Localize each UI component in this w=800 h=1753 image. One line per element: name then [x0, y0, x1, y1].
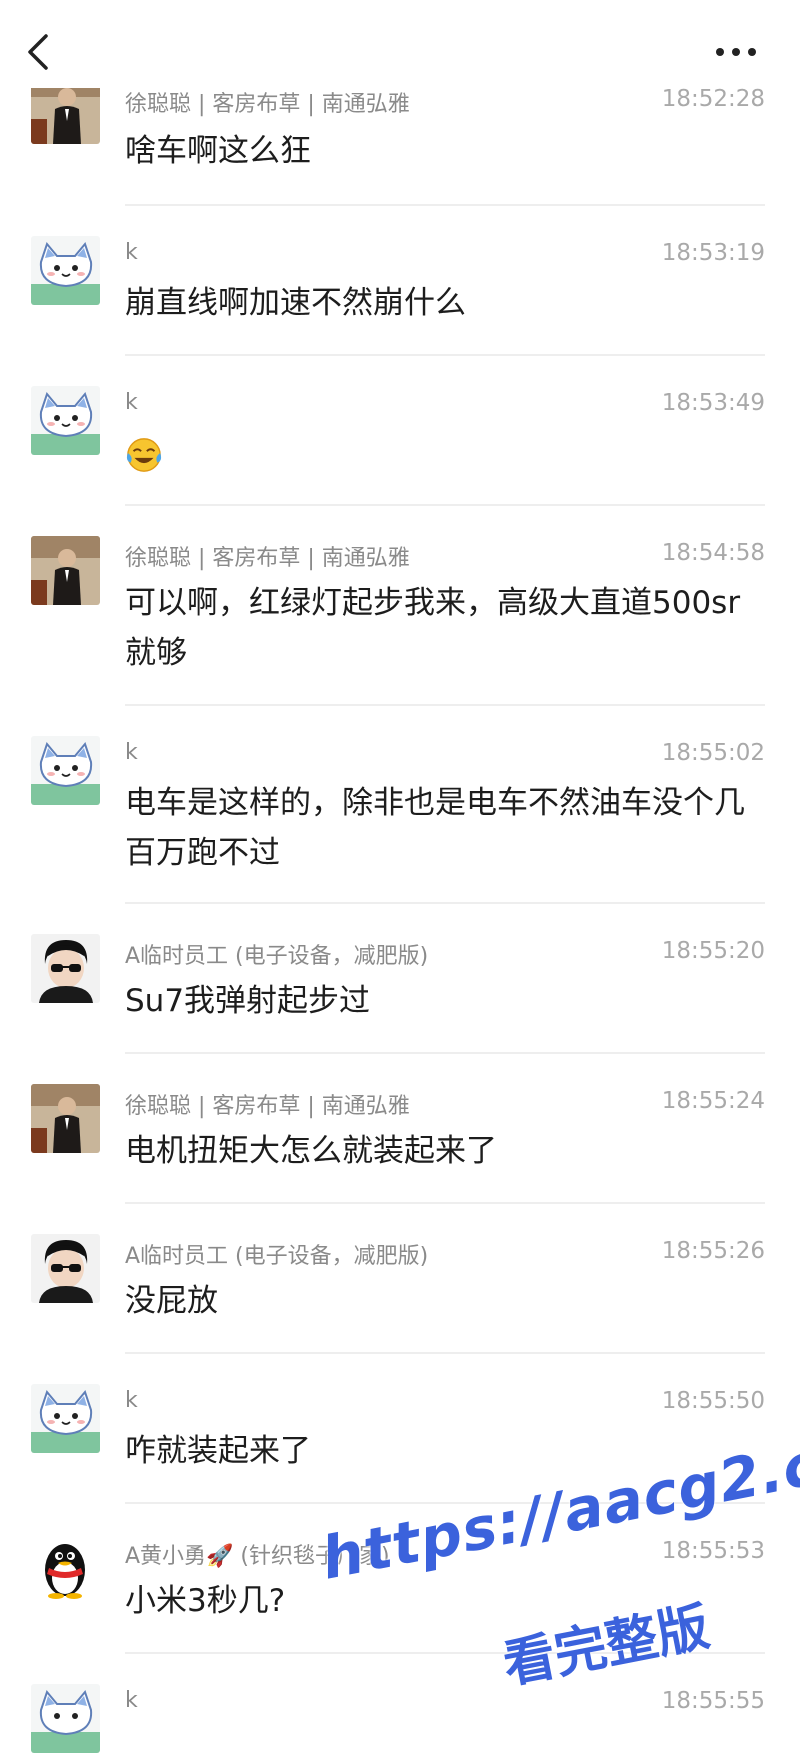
sender-name: A黄小勇🚀 (针织毯子厂家)	[125, 1544, 390, 1569]
cat-icon	[31, 736, 100, 805]
top-bar	[0, 0, 800, 88]
sender-name: k	[125, 1388, 138, 1413]
message-text: 啥车啊这么狂	[125, 133, 311, 169]
divider	[125, 902, 765, 904]
sender-name: A临时员工 (电子设备，减肥版)	[125, 944, 429, 969]
message-text: Su7我弹射起步过	[125, 983, 371, 1019]
avatar[interactable]	[31, 386, 100, 455]
cat-icon	[31, 386, 100, 455]
laughing-crying-emoji-icon	[126, 437, 162, 472]
sender-name: 徐聪聪 | 客房布草 | 南通弘雅	[125, 546, 410, 571]
avatar[interactable]	[31, 1684, 100, 1753]
message-meta: A临时员工 (电子设备，减肥版) 18:55:20	[125, 938, 765, 969]
timestamp: 18:52:28	[661, 86, 765, 112]
divider	[125, 1502, 765, 1504]
avatar[interactable]	[31, 1384, 100, 1453]
sender-name: k	[125, 740, 138, 765]
avatar[interactable]	[31, 1534, 100, 1603]
message-text: 咋就装起来了	[125, 1433, 311, 1469]
message-meta: k 18:55:02	[125, 740, 765, 770]
timestamp: 18:54:58	[661, 540, 765, 566]
sender-name: k	[125, 1688, 138, 1713]
timestamp: 18:55:55	[661, 1688, 765, 1714]
message-meta: 徐聪聪 | 客房布草 | 南通弘雅 18:55:24	[125, 1088, 765, 1119]
message-text: 小米3秒几?	[125, 1583, 286, 1619]
message-text: 电机扭矩大怎么就装起来了	[125, 1133, 497, 1169]
sunglasses-man-icon	[31, 934, 100, 1003]
message-meta: A黄小勇🚀 (针织毯子厂家) 18:55:53	[125, 1538, 765, 1569]
divider	[125, 354, 765, 356]
timestamp: 18:53:49	[661, 390, 765, 416]
more-dots-icon	[716, 48, 756, 56]
timestamp: 18:55:20	[661, 938, 765, 964]
avatar[interactable]	[31, 536, 100, 605]
sender-name: k	[125, 390, 138, 415]
chevron-left-icon	[28, 34, 48, 70]
sender-name: k	[125, 240, 138, 265]
message-text: 崩直线啊加速不然崩什么	[125, 285, 466, 321]
divider	[125, 1352, 765, 1354]
timestamp: 18:55:53	[661, 1538, 765, 1564]
divider	[125, 1052, 765, 1054]
message-meta: k 18:53:19	[125, 240, 765, 270]
message-meta: k 18:55:55	[125, 1688, 765, 1718]
message-text: 可以啊，红绿灯起步我来，高级大直道500sr就够	[125, 585, 741, 671]
suit-man-icon	[31, 536, 100, 605]
message-meta: 徐聪聪 | 客房布草 | 南通弘雅 18:54:58	[125, 540, 765, 571]
more-button[interactable]	[708, 40, 764, 64]
timestamp: 18:55:24	[661, 1088, 765, 1114]
sunglasses-man-icon	[31, 1234, 100, 1303]
message-meta: k 18:53:49	[125, 390, 765, 420]
cat-icon	[31, 236, 100, 305]
message-meta: A临时员工 (电子设备，减肥版) 18:55:26	[125, 1238, 765, 1269]
timestamp: 18:53:19	[661, 240, 765, 266]
message-meta: k 18:55:50	[125, 1388, 765, 1418]
suit-man-icon	[31, 1084, 100, 1153]
divider	[125, 1202, 765, 1204]
timestamp: 18:55:02	[661, 740, 765, 766]
message-text: 电车是这样的，除非也是电车不然油车没个几百万跑不过	[125, 785, 745, 871]
divider	[125, 504, 765, 506]
avatar[interactable]	[31, 236, 100, 305]
avatar[interactable]	[31, 1084, 100, 1153]
avatar[interactable]	[31, 736, 100, 805]
divider	[125, 204, 765, 206]
avatar[interactable]	[31, 1234, 100, 1303]
avatar[interactable]	[31, 934, 100, 1003]
message-meta: 徐聪聪 | 客房布草 | 南通弘雅 18:52:28	[125, 86, 765, 117]
timestamp: 18:55:26	[661, 1238, 765, 1264]
cat-icon	[31, 1684, 100, 1753]
cat-icon	[31, 1384, 100, 1453]
divider	[125, 704, 765, 706]
sender-name: 徐聪聪 | 客房布草 | 南通弘雅	[125, 92, 410, 117]
back-button[interactable]	[22, 30, 62, 74]
message-text: 没屁放	[125, 1283, 218, 1319]
divider	[125, 1652, 765, 1654]
sender-name: A临时员工 (电子设备，减肥版)	[125, 1244, 429, 1269]
penguin-icon	[31, 1534, 100, 1603]
sender-name: 徐聪聪 | 客房布草 | 南通弘雅	[125, 1094, 410, 1119]
timestamp: 18:55:50	[661, 1388, 765, 1414]
message-text	[125, 428, 765, 478]
